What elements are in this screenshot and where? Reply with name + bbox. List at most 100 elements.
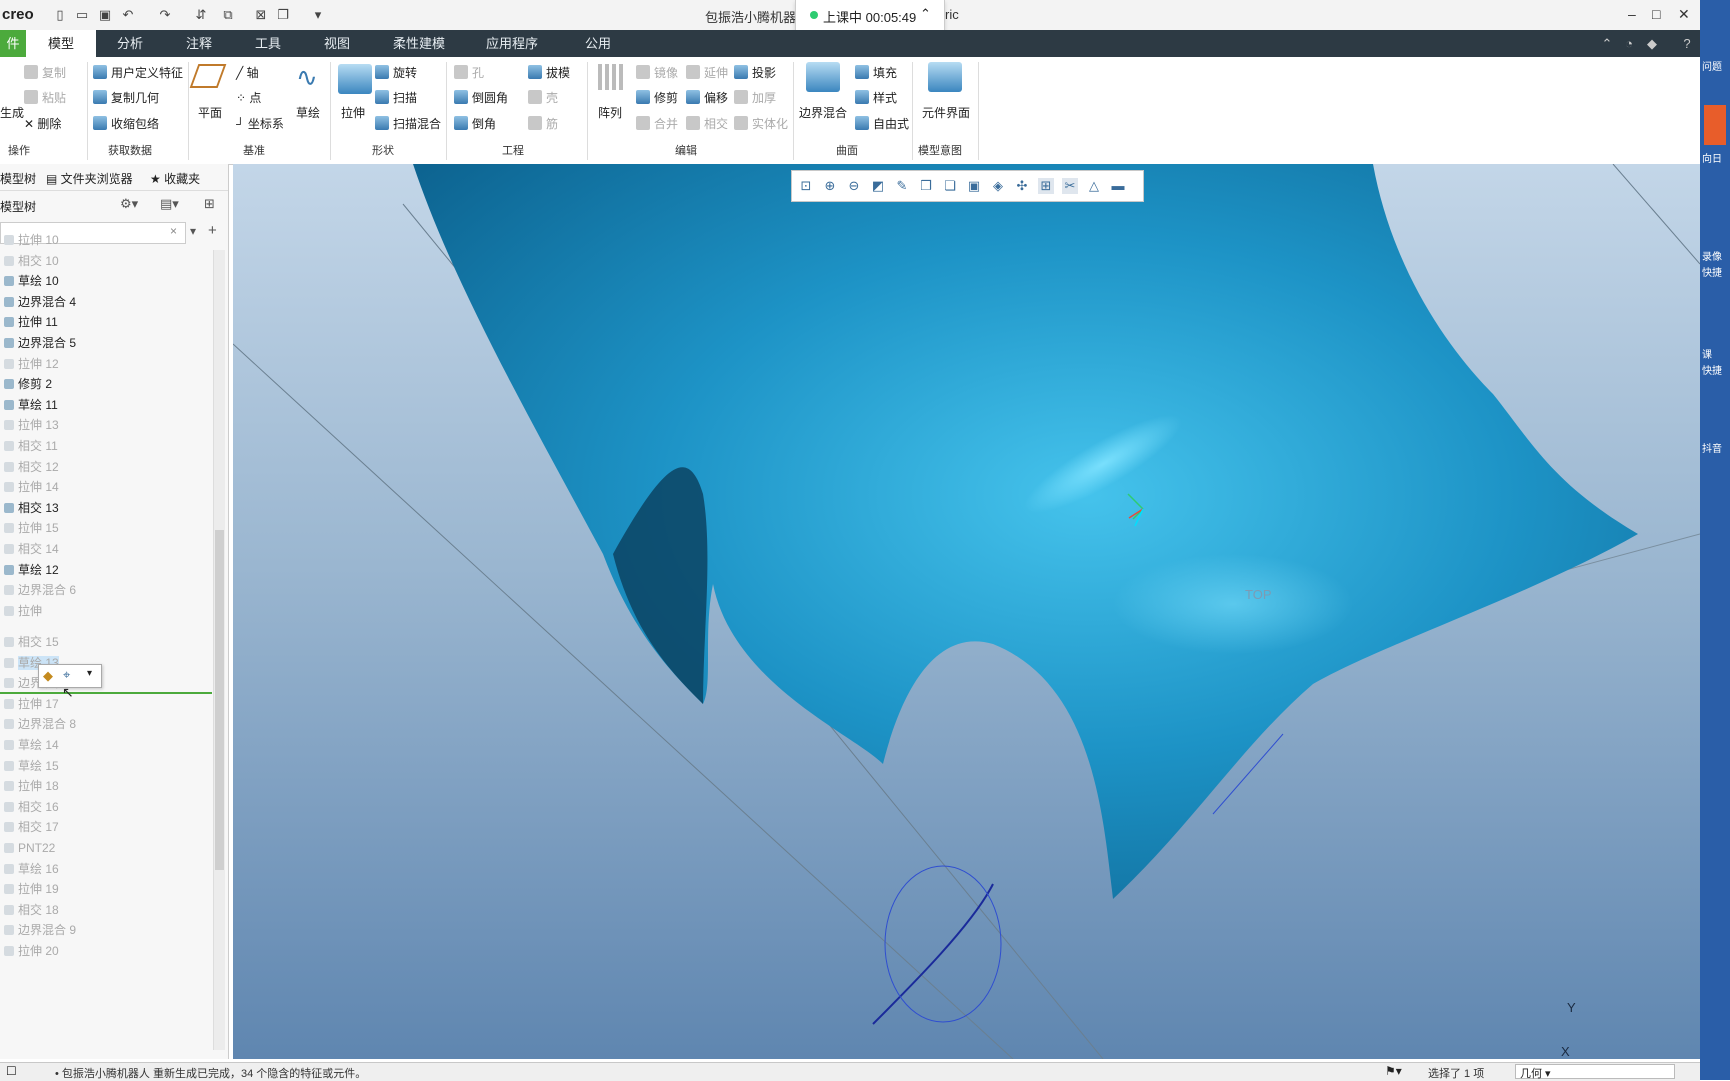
tree-item-suppressed[interactable]: 相交 15 <box>4 632 59 652</box>
group-shapes[interactable]: 形状 <box>372 142 394 158</box>
chamfer-button[interactable]: 倒角 <box>454 115 496 132</box>
desktop-icon-label[interactable]: 快捷 <box>1702 264 1722 279</box>
section-icon[interactable]: ▬ <box>1110 178 1126 194</box>
axis-button[interactable]: ╱ 轴 <box>236 64 259 81</box>
mirror-button[interactable]: 镜像 <box>636 64 678 81</box>
intersect-button[interactable]: 相交 <box>686 115 728 132</box>
regenerate-button[interactable]: 生成 <box>0 104 24 121</box>
tree-item[interactable]: 拉伸 10 <box>4 230 59 250</box>
copy-button[interactable]: 复制 <box>24 64 66 81</box>
tree-item-suppressed[interactable]: 拉伸 19 <box>4 879 59 899</box>
tree-item[interactable]: 草绘 12 <box>4 560 59 580</box>
round-button[interactable]: 倒圆角 <box>454 89 508 106</box>
tree-item-suppressed[interactable]: 拉伸 17 <box>4 694 59 714</box>
undo-icon[interactable]: ↶ <box>120 7 136 23</box>
merge-button[interactable]: 合并 <box>636 115 678 132</box>
tree-item[interactable]: 相交 11 <box>4 436 58 456</box>
udf-button[interactable]: 用户定义特征 <box>93 64 183 81</box>
collapse-ribbon-icon[interactable]: ⌃ <box>1600 30 1614 57</box>
tree-item[interactable]: 拉伸 12 <box>4 354 59 374</box>
tree-item-suppressed[interactable]: 边界混合 9 <box>4 920 76 940</box>
tree-item[interactable]: 相交 13 <box>4 498 59 518</box>
rib-button[interactable]: 筋 <box>528 115 558 132</box>
csys-button[interactable]: ┘ 坐标系 <box>236 115 284 132</box>
group-model-intent[interactable]: 模型意图 <box>918 142 962 158</box>
notification-icon[interactable]: ◔ <box>1622 30 1636 57</box>
tab-favorites[interactable]: ★ 收藏夹 <box>150 170 200 187</box>
repaint-icon[interactable]: ◩ <box>870 178 886 194</box>
tab-flexible-modeling[interactable]: 柔性建模 <box>372 30 466 57</box>
new-file-icon[interactable]: ▯ <box>52 7 68 23</box>
tab-view[interactable]: 视图 <box>302 30 372 57</box>
tree-item-suppressed[interactable]: 拉伸 20 <box>4 941 59 961</box>
desktop-icon-label[interactable]: 问题 <box>1702 58 1722 73</box>
annotation-display-icon[interactable]: ⊞ <box>1038 178 1054 194</box>
tree-item[interactable]: 拉伸 15 <box>4 518 59 538</box>
boundary-blend-button[interactable]: 边界混合 <box>799 104 847 121</box>
shell-button[interactable]: 壳 <box>528 89 558 106</box>
desktop-icon-label[interactable]: 快捷 <box>1702 362 1722 377</box>
status-log-icon[interactable]: ☐ <box>6 1064 17 1078</box>
tree-item[interactable]: 草绘 10 <box>4 271 59 291</box>
plane-button[interactable]: 平面 <box>198 104 222 121</box>
sketch-button[interactable]: 草绘 <box>296 104 320 121</box>
desktop-icon-label[interactable]: 课 <box>1702 346 1712 361</box>
tree-item-suppressed[interactable]: 相交 16 <box>4 797 59 817</box>
regenerate-icon[interactable]: ⇵ <box>193 7 209 23</box>
open-file-icon[interactable]: ▭ <box>74 7 90 23</box>
extend-button[interactable]: 延伸 <box>686 64 728 81</box>
tree-item[interactable]: 修剪 2 <box>4 374 52 394</box>
component-interface-button[interactable]: 元件界面 <box>922 104 970 121</box>
freestyle-button[interactable]: 自由式 <box>855 115 909 132</box>
group-datum[interactable]: 基准 <box>243 142 265 158</box>
thicken-button[interactable]: 加厚 <box>734 89 776 106</box>
tree-item-suppressed[interactable]: 边界混合 8 <box>4 714 76 734</box>
tab-applications[interactable]: 应用程序 <box>466 30 558 57</box>
boundary-surface[interactable] <box>413 164 1638 899</box>
tree-item-suppressed[interactable]: 草绘 16 <box>4 859 59 879</box>
sweep-button[interactable]: 扫描 <box>375 89 417 106</box>
show-menu-icon[interactable]: ▤▾ <box>160 196 179 212</box>
add-icon[interactable]: + <box>208 222 217 239</box>
spin-center-icon[interactable]: ✂ <box>1062 178 1078 194</box>
tree-item-suppressed[interactable]: PNT22 <box>4 838 55 858</box>
delete-button[interactable]: ✕ 删除 <box>24 115 61 132</box>
tree-scrollbar[interactable] <box>213 250 225 1050</box>
draft-button[interactable]: 拔模 <box>528 64 570 81</box>
tree-item[interactable]: 相交 10 <box>4 251 59 271</box>
group-engineering[interactable]: 工程 <box>502 142 524 158</box>
tree-item[interactable]: 边界混合 6 <box>4 580 76 600</box>
group-editing[interactable]: 编辑 <box>675 142 697 158</box>
tree-item[interactable]: 草绘 11 <box>4 395 58 415</box>
tree-item-suppressed[interactable]: 拉伸 18 <box>4 776 59 796</box>
help-icon[interactable]: ? <box>1680 30 1694 57</box>
tree-item-suppressed[interactable]: 草绘 14 <box>4 735 59 755</box>
tab-analysis[interactable]: 分析 <box>96 30 164 57</box>
tree-item[interactable]: 边界混合 4 <box>4 292 76 312</box>
insert-here-icon[interactable]: ⌖ <box>63 667 70 683</box>
switch-window-icon[interactable]: ❐ <box>275 7 291 23</box>
tree-columns-icon[interactable]: ⊞ <box>204 196 215 212</box>
solidify-button[interactable]: 实体化 <box>734 115 788 132</box>
display-style-icon[interactable]: ▣ <box>966 178 982 194</box>
datum-display-icon[interactable]: ✣ <box>1014 178 1030 194</box>
zoom-out-icon[interactable]: ⊖ <box>846 178 862 194</box>
sketch-curve[interactable] <box>872 883 994 1025</box>
perspective-icon[interactable]: ◈ <box>990 178 1006 194</box>
pattern-button[interactable]: 阵列 <box>598 104 622 121</box>
group-get-data[interactable]: 获取数据 <box>108 142 152 158</box>
windows-icon[interactable]: ⧉ <box>220 7 236 23</box>
paste-button[interactable]: 粘贴 <box>24 89 66 106</box>
style-button[interactable]: 样式 <box>855 89 897 106</box>
zoom-in-icon[interactable]: ⊕ <box>822 178 838 194</box>
filter-dropdown-icon[interactable]: ▾ <box>190 224 196 238</box>
tab-model[interactable]: 模型 <box>26 30 96 57</box>
trim-button[interactable]: 修剪 <box>636 89 678 106</box>
swept-blend-button[interactable]: 扫描混合 <box>375 115 441 132</box>
desktop-icon-label[interactable]: 录像 <box>1702 248 1722 263</box>
tab-tools[interactable]: 工具 <box>234 30 302 57</box>
chevron-down-icon[interactable]: ▾ <box>87 668 92 679</box>
copy-geometry-button[interactable]: 复制几何 <box>93 89 159 106</box>
close-button[interactable]: ✕ <box>1678 6 1690 23</box>
graphics-viewport[interactable]: TOP Y X <box>233 164 1700 1059</box>
